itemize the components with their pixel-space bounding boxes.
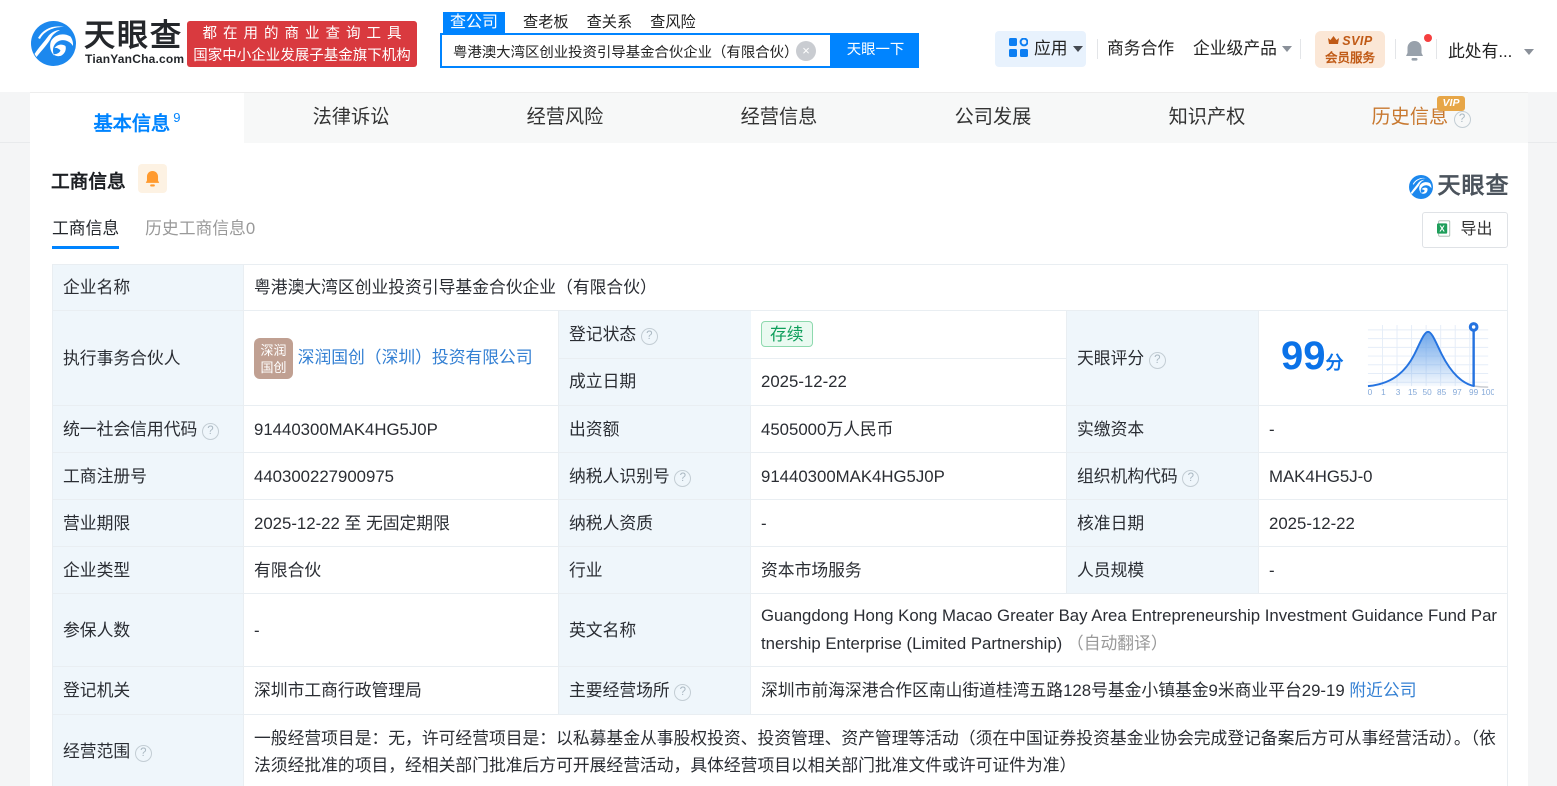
svg-text:100: 100 — [1481, 388, 1494, 397]
svg-text:3: 3 — [1396, 388, 1401, 397]
svg-text:0: 0 — [1368, 388, 1373, 397]
svg-text:50: 50 — [1423, 388, 1433, 397]
svg-text:1: 1 — [1381, 388, 1386, 397]
svg-text:X: X — [1440, 224, 1446, 233]
svg-text:99: 99 — [1469, 388, 1479, 397]
svg-text:97: 97 — [1453, 388, 1463, 397]
svg-text:85: 85 — [1437, 388, 1447, 397]
svg-text:15: 15 — [1408, 388, 1418, 397]
